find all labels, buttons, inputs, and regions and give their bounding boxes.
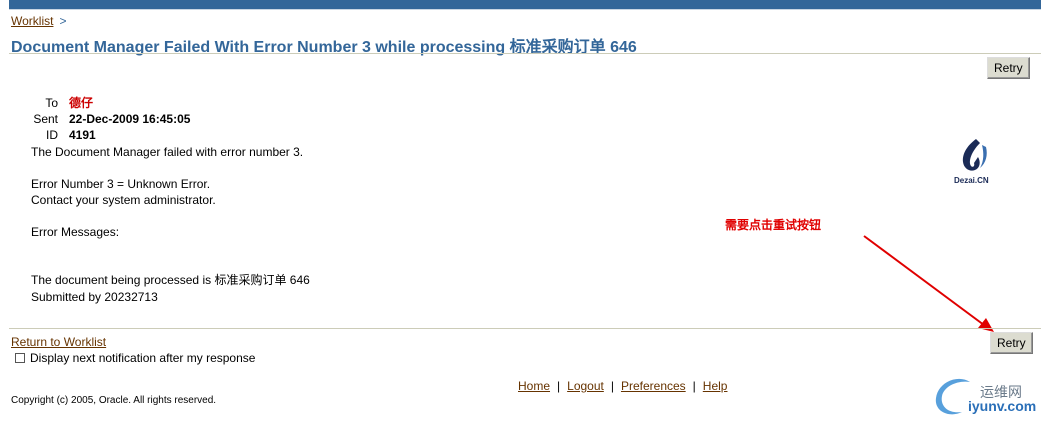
sent-label: Sent	[33, 112, 58, 126]
message-line: Error Messages:	[31, 225, 120, 239]
display-next-checkbox[interactable]	[15, 353, 25, 363]
preferences-link[interactable]: Preferences	[621, 379, 686, 393]
logout-link[interactable]: Logout	[567, 379, 604, 393]
breadcrumb-separator: >	[59, 14, 67, 28]
to-label: To	[45, 96, 58, 110]
message-line: The document being processed is 标准采购订单 6…	[31, 273, 310, 287]
message-line: The Document Manager failed with error n…	[31, 145, 304, 159]
logo-text: Dezai.CN	[954, 176, 989, 185]
retry-button-top[interactable]: Retry	[987, 57, 1030, 79]
link-separator: |	[692, 379, 696, 393]
top-banner-bar	[9, 0, 1041, 9]
message-line: Contact your system administrator.	[31, 193, 216, 207]
copyright-text: Copyright (c) 2005, Oracle. All rights r…	[11, 395, 217, 406]
message-line: Error Number 3 = Unknown Error.	[31, 177, 211, 191]
annotation-arrow-icon	[863, 235, 994, 332]
help-link[interactable]: Help	[703, 379, 728, 393]
return-to-worklist-container: Return to Worklist	[11, 333, 106, 351]
return-to-worklist-link[interactable]: Return to Worklist	[11, 335, 106, 349]
footer-global-links: Home | Logout | Preferences | Help	[518, 379, 727, 393]
to-value: 德仔	[69, 96, 94, 110]
message-line: Submitted by 20232713	[31, 290, 158, 304]
sent-value: 22-Dec-2009 16:45:05	[69, 112, 191, 126]
home-link[interactable]: Home	[518, 379, 550, 393]
watermark-en: iyunv.com	[968, 398, 1037, 414]
footer-divider	[9, 328, 1041, 329]
breadcrumb-worklist-link[interactable]: Worklist	[11, 14, 53, 28]
retry-button-bottom[interactable]: Retry	[990, 332, 1033, 354]
breadcrumb: Worklist >	[11, 14, 66, 28]
link-separator: |	[610, 379, 614, 393]
title-divider	[9, 53, 1041, 54]
id-value: 4191	[69, 128, 96, 142]
display-next-notification-row: Display next notification after my respo…	[15, 351, 255, 365]
id-label: ID	[46, 128, 58, 142]
annotation-note: 需要点击重试按钮	[725, 218, 822, 232]
link-separator: |	[557, 379, 561, 393]
display-next-label: Display next notification after my respo…	[30, 351, 256, 365]
top-banner-shadow	[9, 9, 1041, 10]
